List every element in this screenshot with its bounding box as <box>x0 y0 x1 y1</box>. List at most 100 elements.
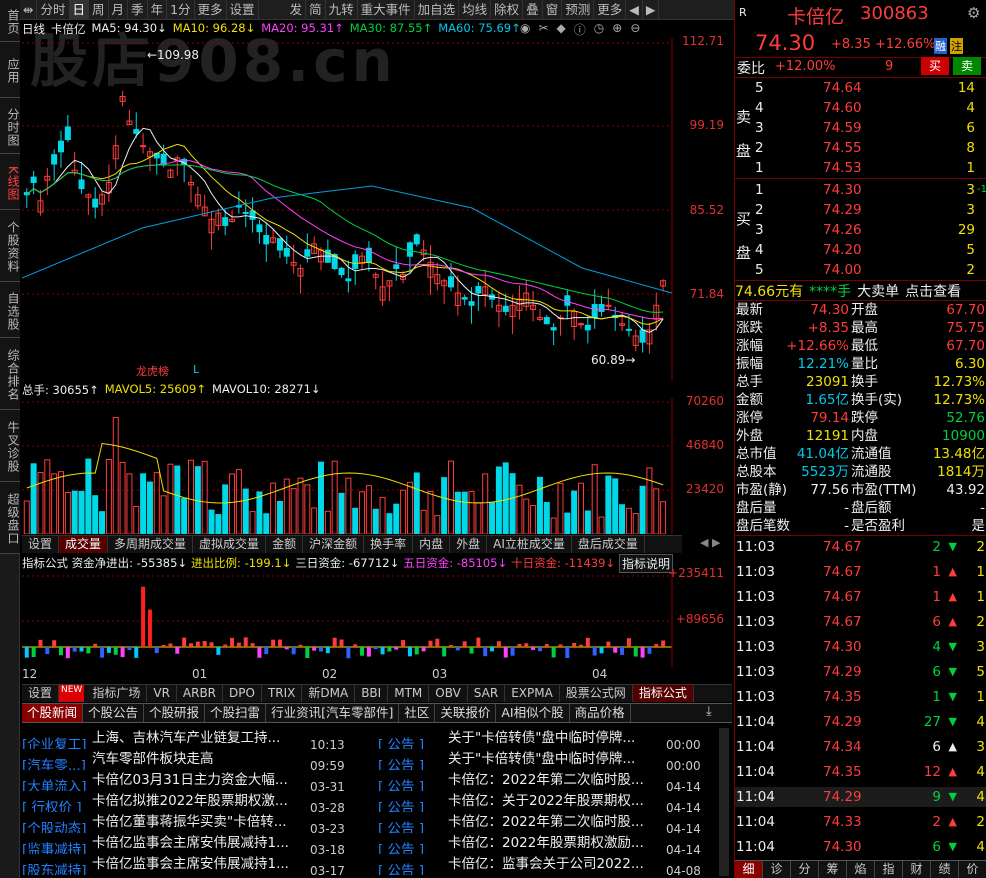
news-title[interactable]: 卡倍亿：关于2022年股票期权... <box>448 791 666 812</box>
asks-row[interactable]: 4 74.60 4 <box>735 98 986 118</box>
ind-tab-11[interactable]: EXPMA <box>505 685 560 702</box>
news-title[interactable]: 卡倍亿拟推2022年股票期权激... <box>92 791 310 812</box>
ind-tab-1[interactable]: 指标广场 <box>86 685 148 702</box>
panel-tab-4[interactable]: 焰 <box>847 861 875 878</box>
left-tab-1[interactable]: 应用 <box>0 42 20 98</box>
vol-tab-9[interactable]: AI立桩成交量 <box>487 536 572 553</box>
news-tab-8[interactable]: 商品价格 <box>570 704 631 722</box>
news-item[interactable]: [ 公告 ] 关于"卡倍转债"盘中临时停牌... 00:00 <box>378 749 708 770</box>
bids-row[interactable]: 3 74.26 29 <box>735 220 986 240</box>
toolbar2-7[interactable]: 叠 <box>523 0 543 20</box>
eye-icon[interactable]: ◉ <box>520 21 530 38</box>
panel-tab-2[interactable]: 分 <box>791 861 819 878</box>
toolbar2-6[interactable]: 除权 <box>491 0 524 20</box>
news-item[interactable]: [个股动态] 卡倍亿董事蒋振华买卖"卡倍转... 03-23 <box>22 812 352 833</box>
info-icon[interactable]: ⓘ <box>574 21 586 38</box>
volume-chart[interactable] <box>22 398 732 534</box>
news-title[interactable]: 卡倍亿：监事会关于公司2022... <box>448 854 666 875</box>
big-order-row[interactable]: 74.66元有 ****手 大卖单 点击查看 <box>735 281 986 301</box>
settings-gear-icon[interactable]: ⚙ <box>967 4 980 22</box>
bids-row[interactable]: 5 74.00 2 <box>735 260 986 280</box>
l-tag[interactable]: L <box>193 363 199 376</box>
news-title[interactable]: 卡倍亿监事会主席安伟展减持1... <box>92 833 310 854</box>
ind-tab-8[interactable]: MTM <box>388 685 430 702</box>
left-tab-5[interactable]: 自选股 <box>0 282 20 338</box>
dragon-tiger-tag[interactable]: 龙虎榜 <box>136 363 169 379</box>
news-item[interactable]: [ 公告 ] 卡倍亿：2022年第二次临时股... 04-14 <box>378 770 708 791</box>
vol-tab-arrows[interactable]: ◀ ▶ <box>700 536 720 549</box>
history-icon[interactable]: ◷ <box>594 21 604 38</box>
toolbar2-8[interactable]: 窗 <box>543 0 563 20</box>
vol-tab-3[interactable]: 虚拟成交量 <box>193 536 267 553</box>
left-tab-7[interactable]: 牛叉诊股 <box>0 410 20 482</box>
asks-row[interactable]: 5 74.64 14 <box>735 78 986 98</box>
ind-tab-6[interactable]: 新DMA <box>302 685 356 702</box>
news-title[interactable]: 关于"卡倍转债"盘中临时停牌... <box>448 749 666 770</box>
candlestick-chart[interactable] <box>22 38 732 380</box>
news-title[interactable]: 卡倍亿：2022年股票期权激励... <box>448 833 666 854</box>
ind-tab-0[interactable]: 设置 <box>22 685 60 702</box>
panel-tab-8[interactable]: 价 <box>959 861 986 878</box>
sell-button[interactable]: 卖 <box>953 57 981 75</box>
news-title[interactable]: 卡倍亿董事蒋振华买卖"卡倍转... <box>92 812 310 833</box>
left-tab-2[interactable]: 分时图 <box>0 98 20 154</box>
asks-row[interactable]: 3 74.59 6 <box>735 118 986 138</box>
ind-tab-2[interactable]: VR <box>147 685 177 702</box>
ind-tab-9[interactable]: OBV <box>429 685 468 702</box>
scissors-icon[interactable]: ✂ <box>538 21 548 38</box>
news-item[interactable]: [ 行权价 ] 卡倍亿拟推2022年股票期权激... 03-28 <box>22 791 352 812</box>
panel-tab-6[interactable]: 财 <box>903 861 931 878</box>
left-tab-4[interactable]: 个股资料 <box>0 210 20 282</box>
ind-tab-5[interactable]: TRIX <box>262 685 303 702</box>
news-tab-4[interactable]: 行业资讯[汽车零部件] <box>266 704 400 722</box>
news-item[interactable]: [ 公告 ] 卡倍亿：2022年第二次临时股... 04-14 <box>378 812 708 833</box>
news-title[interactable]: 卡倍亿：2022年第二次临时股... <box>448 770 666 791</box>
fund-flow-chart[interactable] <box>22 571 732 667</box>
news-item[interactable]: [ 公告 ] 关于"卡倍转债"盘中临时停牌... 00:00 <box>378 728 708 749</box>
asks-row[interactable]: 2 74.55 8 <box>735 138 986 158</box>
news-item[interactable]: [大单流入] 卡倍亿03月31日主力资金大幅... 03-31 <box>22 770 352 791</box>
news-tab-1[interactable]: 个股公告 <box>83 704 145 722</box>
left-tab-3[interactable]: K线图 <box>0 154 20 210</box>
news-item[interactable]: [监事减持] 卡倍亿监事会主席安伟展减持1... 03-18 <box>22 833 352 854</box>
news-title[interactable]: 卡倍亿：2022年第二次临时股... <box>448 812 666 833</box>
left-tab-0[interactable]: 首页 <box>0 0 20 42</box>
vol-tab-7[interactable]: 内盘 <box>413 536 451 553</box>
panel-tab-3[interactable]: 筹 <box>819 861 847 878</box>
asks-row[interactable]: 1 74.53 1 <box>735 158 986 178</box>
news-tab-2[interactable]: 个股研报 <box>144 704 206 722</box>
ind-tab-13[interactable]: 指标公式 <box>632 685 694 702</box>
news-tab-6[interactable]: 关联报价 <box>435 704 497 722</box>
news-tab-3[interactable]: 个股扫雷 <box>205 704 267 722</box>
news-title[interactable]: 上海、吉林汽车产业链复工持... <box>92 728 310 749</box>
bids-row[interactable]: 2 74.29 3 <box>735 200 986 220</box>
news-title[interactable]: 汽车零部件板块走高 <box>92 749 310 770</box>
news-item[interactable]: [股东减持] 卡倍亿监事会主席安伟展减持1... 03-17 <box>22 854 352 875</box>
ind-tab-3[interactable]: ARBR <box>177 685 224 702</box>
vol-tab-4[interactable]: 金额 <box>266 536 304 553</box>
vol-tab-10[interactable]: 盘后成交量 <box>572 536 645 553</box>
bids-row[interactable]: 1 74.30 3 -1 <box>735 180 986 200</box>
toolbar2-5[interactable]: 均线 <box>459 0 492 20</box>
toolbar2-10[interactable]: 更多 <box>594 0 627 20</box>
news-title[interactable]: 关于"卡倍转债"盘中临时停牌... <box>448 728 666 749</box>
toolbar2-9[interactable]: 预测 <box>562 0 595 20</box>
toolbar-forward-icon[interactable]: ▶ <box>643 0 660 20</box>
panel-tab-5[interactable]: 指 <box>875 861 903 878</box>
diamond-icon[interactable]: ◆ <box>557 21 566 38</box>
news-tab-7[interactable]: AI相似个股 <box>496 704 570 722</box>
ind-tab-12[interactable]: 股票公式网 <box>560 685 633 702</box>
toolbar2-4[interactable]: 加自选 <box>415 0 460 20</box>
news-title[interactable]: 卡倍亿监事会主席安伟展减持1... <box>92 854 310 875</box>
news-item[interactable]: [ 公告 ] 卡倍亿：2022年股票期权激励... 04-14 <box>378 833 708 854</box>
download-icon[interactable]: ⤓ <box>706 704 712 719</box>
news-item[interactable]: [ 公告 ] 卡倍亿：监事会关于公司2022... 04-08 <box>378 854 708 875</box>
panel-tab-7[interactable]: 绩 <box>931 861 959 878</box>
buy-button[interactable]: 买 <box>921 57 949 75</box>
bids-row[interactable]: 4 74.20 5 <box>735 240 986 260</box>
vol-tab-8[interactable]: 外盘 <box>450 536 488 553</box>
vol-tab-5[interactable]: 沪深金额 <box>303 536 365 553</box>
news-tab-0[interactable]: 个股新闻 <box>22 704 84 722</box>
big-order-link[interactable]: 点击查看 <box>905 281 961 301</box>
news-item[interactable]: [汽车零...] 汽车零部件板块走高 09:59 <box>22 749 352 770</box>
